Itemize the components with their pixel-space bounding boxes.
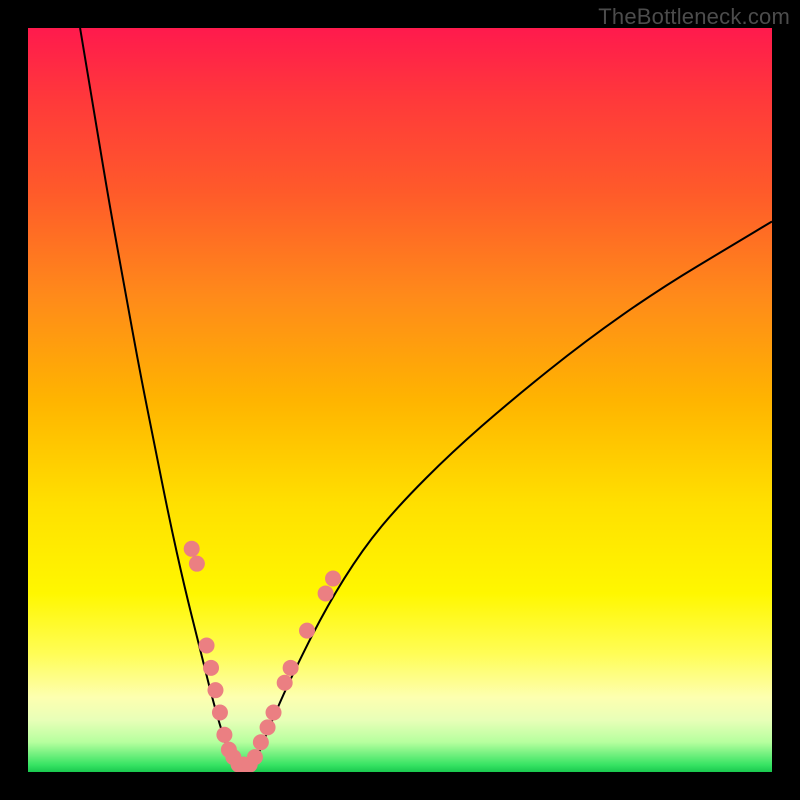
data-marker [277, 675, 293, 691]
data-marker [207, 682, 223, 698]
watermark-label: TheBottleneck.com [598, 4, 790, 30]
data-marker [216, 727, 232, 743]
data-marker [189, 556, 205, 572]
data-marker [318, 585, 334, 601]
curve-layer [80, 28, 772, 772]
data-marker [253, 734, 269, 750]
data-marker [247, 749, 263, 765]
curve-right-branch [251, 221, 772, 772]
marker-layer [184, 541, 341, 772]
data-marker [325, 571, 341, 587]
chart-svg [28, 28, 772, 772]
data-marker [184, 541, 200, 557]
data-marker [283, 660, 299, 676]
data-marker [203, 660, 219, 676]
data-marker [299, 623, 315, 639]
data-marker [212, 704, 228, 720]
data-marker [260, 719, 276, 735]
data-marker [266, 704, 282, 720]
plot-area [28, 28, 772, 772]
data-marker [199, 638, 215, 654]
chart-frame: TheBottleneck.com [0, 0, 800, 800]
